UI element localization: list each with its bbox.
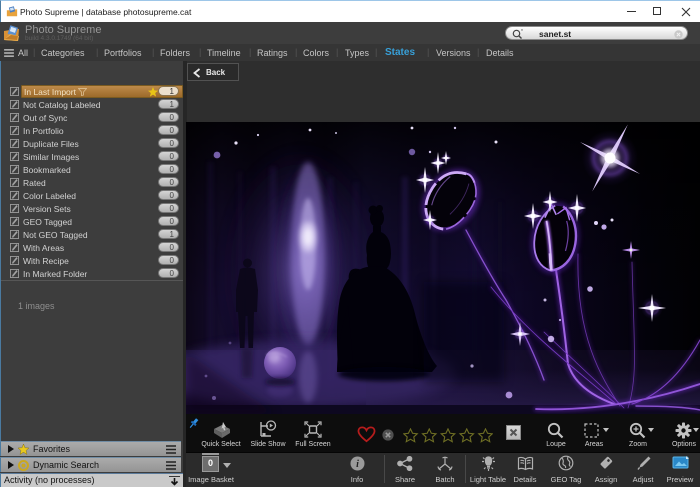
svg-text:*: * [521,29,523,35]
svg-text:i: i [356,459,359,470]
